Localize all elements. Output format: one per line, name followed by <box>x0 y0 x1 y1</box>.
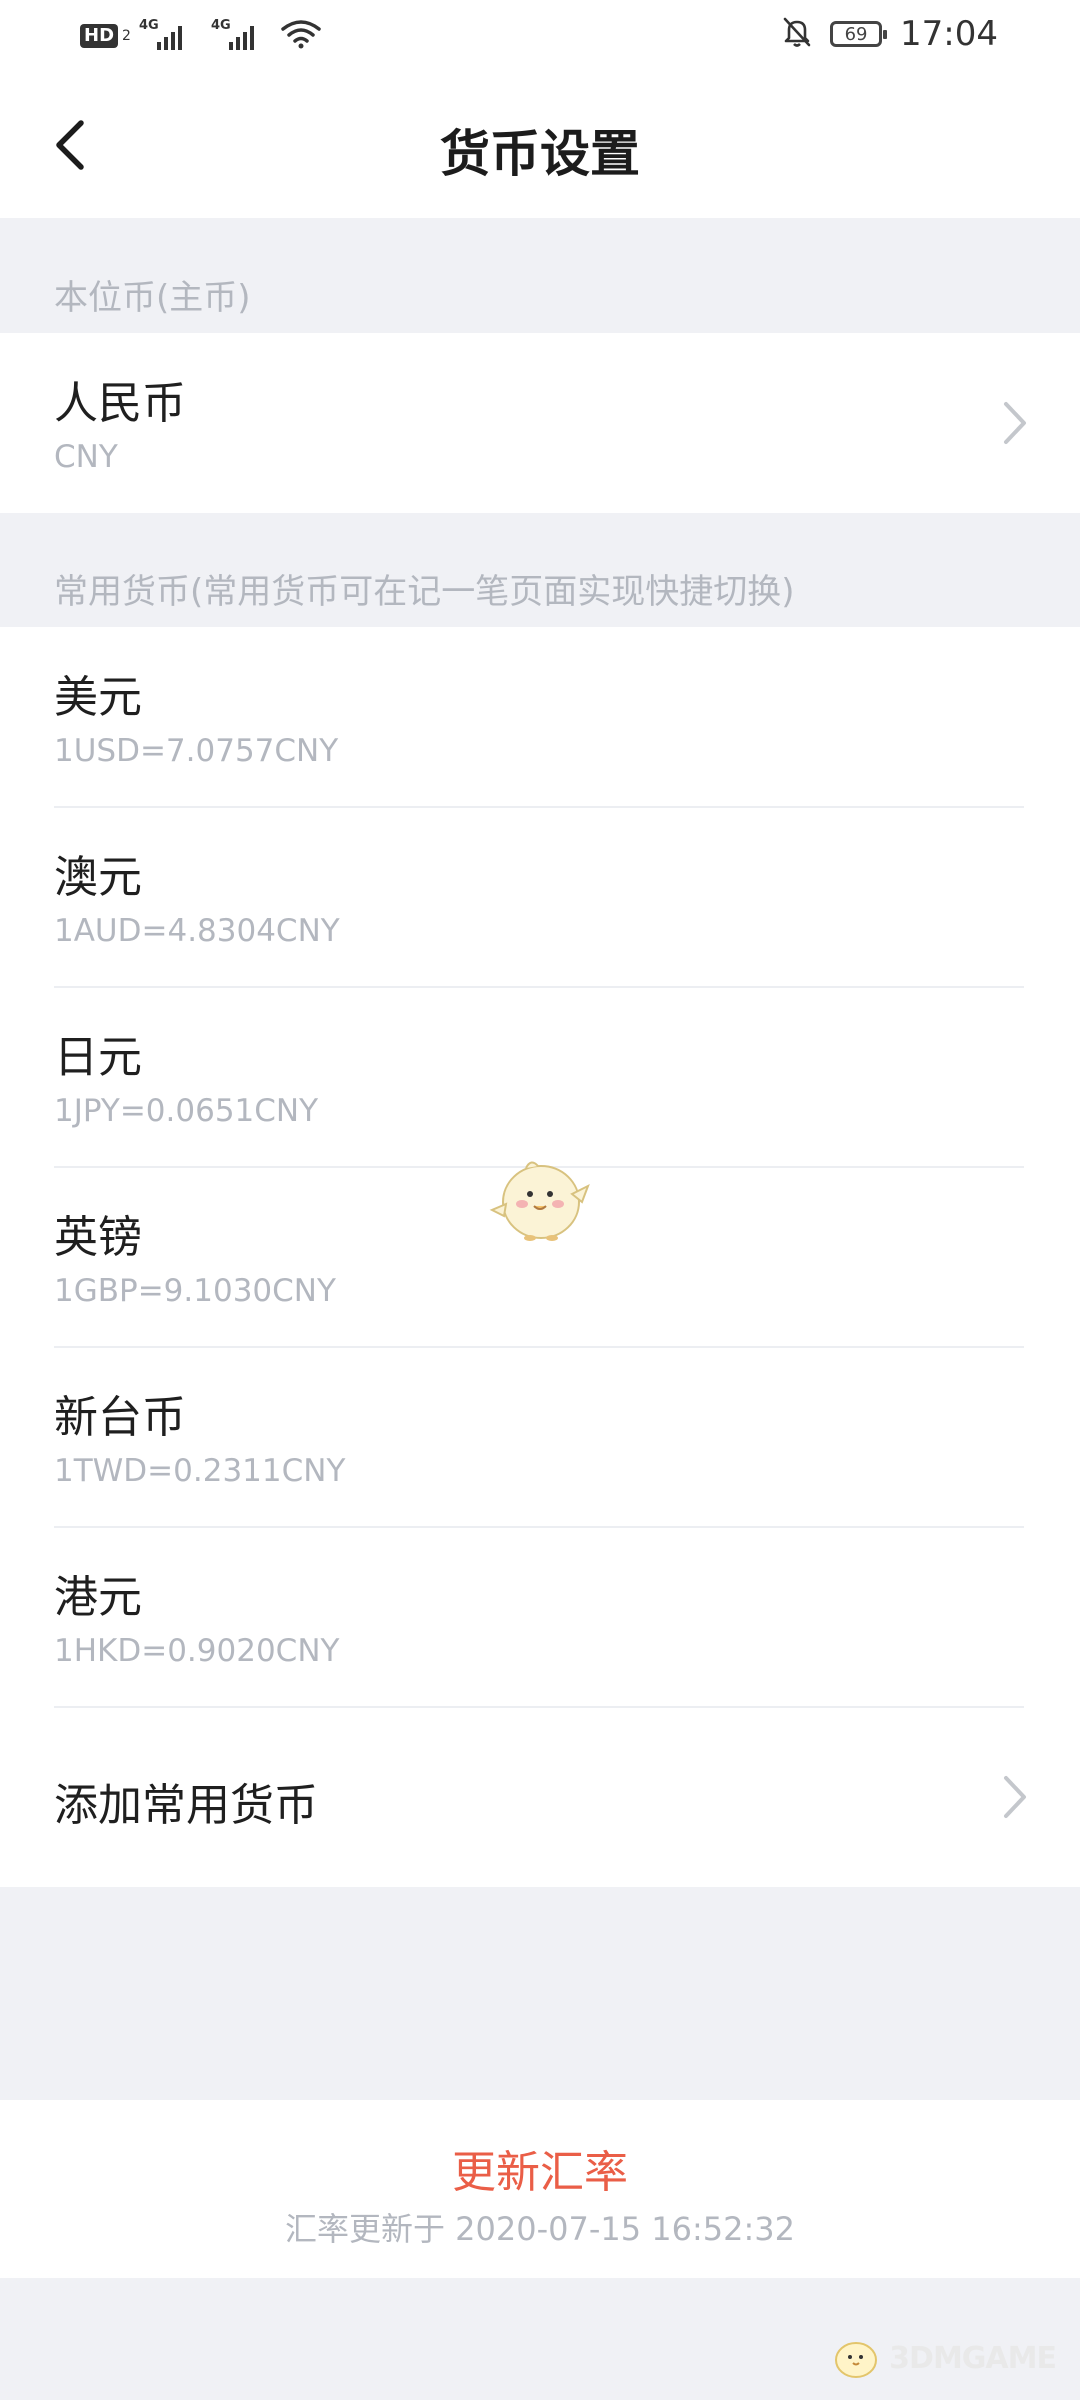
mascot-chick-icon <box>489 1161 590 1241</box>
status-right-icons: 69 17:04 <box>782 14 998 54</box>
signal-icon: 4G <box>139 18 189 50</box>
base-currency-section-label: 本位币(主币) <box>54 278 251 318</box>
currency-rate: 1GBP=9.1030CNY <box>54 1273 336 1309</box>
currency-item-hkd[interactable]: 港元 1HKD=0.9020CNY <box>0 1527 1080 1707</box>
update-rate-panel: 更新汇率 汇率更新于 2020-07-15 16:52:32 <box>0 2100 1080 2278</box>
watermark-text: 3DMGAME <box>889 2340 1057 2376</box>
currency-name: 港元 <box>54 1572 142 1623</box>
nav-bar: 货币设置 <box>0 72 1080 218</box>
chevron-right-icon <box>1004 402 1026 444</box>
base-currency-code: CNY <box>54 439 118 475</box>
wifi-icon <box>281 19 321 53</box>
currency-item-jpy[interactable]: 日元 1JPY=0.0651CNY <box>0 987 1080 1167</box>
hd-sim-number: 2 <box>122 28 131 44</box>
rate-updated-time: 汇率更新于 2020-07-15 16:52:32 <box>284 2210 796 2248</box>
currency-item-twd[interactable]: 新台币 1TWD=0.2311CNY <box>0 1347 1080 1527</box>
add-common-currency-label: 添加常用货币 <box>54 1780 318 1831</box>
currency-rate: 1HKD=0.9020CNY <box>54 1633 340 1669</box>
base-currency-row[interactable]: 人民币 CNY <box>0 333 1080 513</box>
currency-name: 澳元 <box>54 852 142 903</box>
watermark: 3DMGAME <box>829 2336 1057 2380</box>
network-type-label: 4G <box>210 18 231 33</box>
signal-icon: 4G <box>211 18 261 50</box>
chevron-right-icon <box>1004 1776 1026 1818</box>
network-type-label: 4G <box>138 18 159 33</box>
hd-voice-icon: HD <box>80 24 119 48</box>
currency-rate: 1TWD=0.2311CNY <box>54 1453 346 1489</box>
battery-icon: 69 <box>830 21 888 47</box>
base-currency-name: 人民币 <box>54 378 186 429</box>
status-bar: HD 2 4G 4G 69 17:04 <box>0 0 1080 72</box>
currency-item-usd[interactable]: 美元 1USD=7.0757CNY <box>0 627 1080 807</box>
mute-bell-icon <box>782 16 812 52</box>
currency-name: 英镑 <box>54 1212 142 1263</box>
page-title: 货币设置 <box>440 125 640 183</box>
currency-item-aud[interactable]: 澳元 1AUD=4.8304CNY <box>0 807 1080 987</box>
base-currency-card: 人民币 CNY <box>0 333 1080 513</box>
status-clock: 17:04 <box>900 14 998 54</box>
currency-rate: 1USD=7.0757CNY <box>54 733 339 769</box>
currency-rate: 1JPY=0.0651CNY <box>54 1093 319 1129</box>
common-currency-card: 美元 1USD=7.0757CNY 澳元 1AUD=4.8304CNY 日元 1… <box>0 627 1080 1887</box>
status-left-icons: HD 2 4G 4G <box>80 18 321 54</box>
currency-name: 日元 <box>54 1032 142 1083</box>
currency-name: 新台币 <box>54 1392 186 1443</box>
add-common-currency-row[interactable]: 添加常用货币 <box>0 1707 1080 1887</box>
currency-name: 美元 <box>54 672 142 723</box>
update-rate-button[interactable]: 更新汇率 <box>0 2136 1080 2200</box>
watermark-mascot-icon <box>835 2342 878 2378</box>
currency-rate: 1AUD=4.8304CNY <box>54 913 340 949</box>
common-currency-section-label: 常用货币(常用货币可在记一笔页面实现快捷切换) <box>54 572 795 612</box>
